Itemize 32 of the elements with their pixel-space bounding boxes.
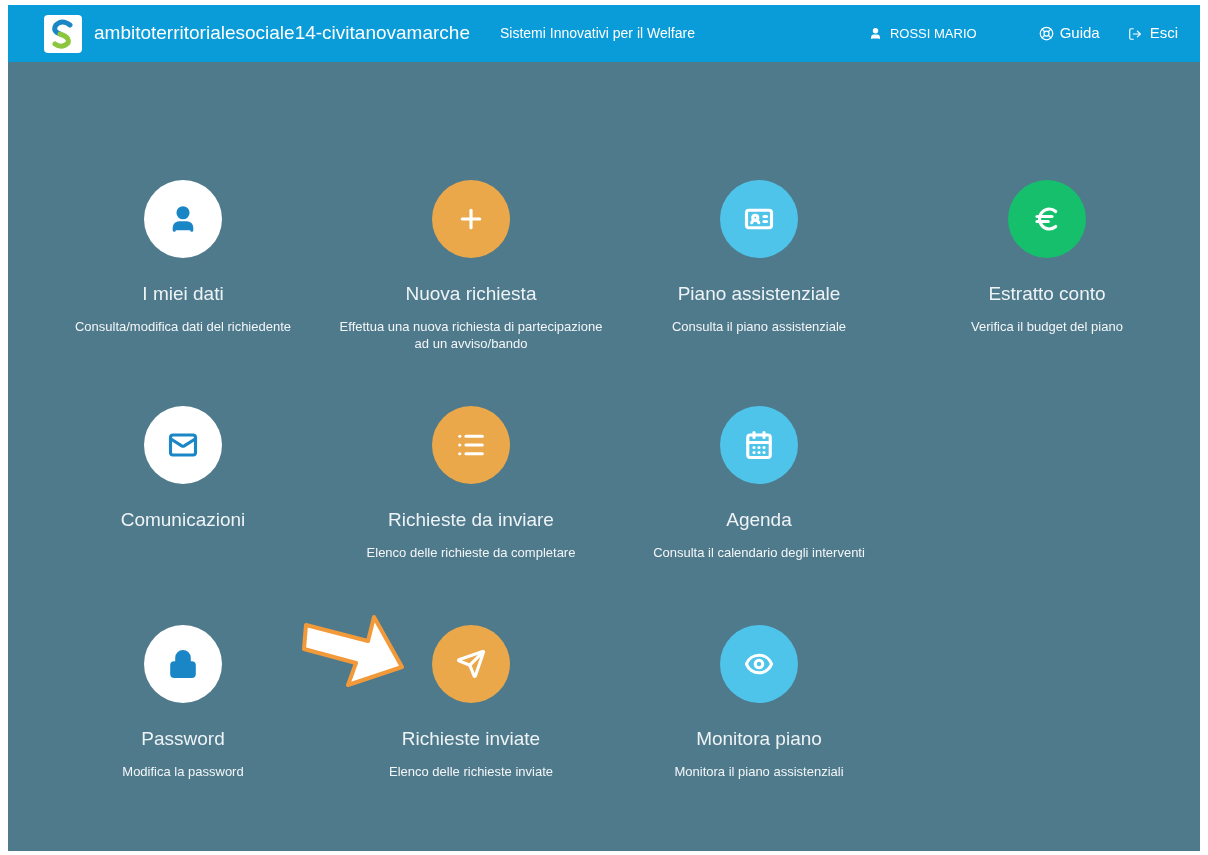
tile-title[interactable]: Nuova richiesta bbox=[405, 282, 537, 306]
logout-icon bbox=[1127, 26, 1142, 41]
tile-title[interactable]: Estratto conto bbox=[988, 282, 1106, 306]
user-link[interactable]: ROSSI MARIO bbox=[868, 23, 977, 44]
logout-link[interactable]: Esci bbox=[1127, 22, 1178, 45]
paper-plane-icon bbox=[456, 649, 486, 679]
site-title: ambitoterritorialesociale14-civitanovamarche bbox=[94, 21, 470, 46]
tile-title[interactable]: Agenda bbox=[726, 508, 792, 532]
lock-icon bbox=[168, 649, 198, 679]
tile-title[interactable]: Comunicazioni bbox=[120, 508, 246, 532]
tile-description: Consulta il calendario degli interventi bbox=[652, 544, 866, 561]
tile-description: Effettua una nuova richiesta di partecipazione ad un avviso/bando bbox=[338, 318, 604, 352]
tile-description: Elenco delle richieste da completare bbox=[365, 544, 577, 561]
tile-title[interactable]: Richieste inviate bbox=[401, 727, 541, 751]
tile-title[interactable]: Monitora piano bbox=[696, 727, 822, 751]
help-link[interactable]: Guida bbox=[1038, 22, 1100, 45]
tile-description: Monitora il piano assistenziali bbox=[673, 763, 845, 780]
tile-description: Consulta il piano assistenziale bbox=[670, 318, 848, 335]
calendar-icon bbox=[744, 430, 774, 460]
tile-title[interactable]: Richieste da inviare bbox=[388, 508, 554, 532]
tile-description: Consulta/modifica dati del richiedente bbox=[73, 318, 293, 335]
tile-description: Modifica la password bbox=[121, 763, 245, 780]
logo-icon bbox=[44, 14, 82, 53]
envelope-icon bbox=[168, 430, 198, 460]
tile-description: Elenco delle richieste inviate bbox=[387, 763, 554, 780]
tagline: Sistemi Innovativi per il Welfare bbox=[499, 24, 695, 43]
tile-title[interactable]: I miei dati bbox=[142, 282, 224, 306]
tile-title[interactable]: Password bbox=[141, 727, 225, 751]
lifebuoy-icon bbox=[1038, 26, 1054, 41]
tile-title[interactable]: Piano assistenziale bbox=[677, 282, 841, 306]
user-icon bbox=[868, 27, 882, 40]
tile-description: Verifica il budget del piano bbox=[970, 318, 1124, 335]
